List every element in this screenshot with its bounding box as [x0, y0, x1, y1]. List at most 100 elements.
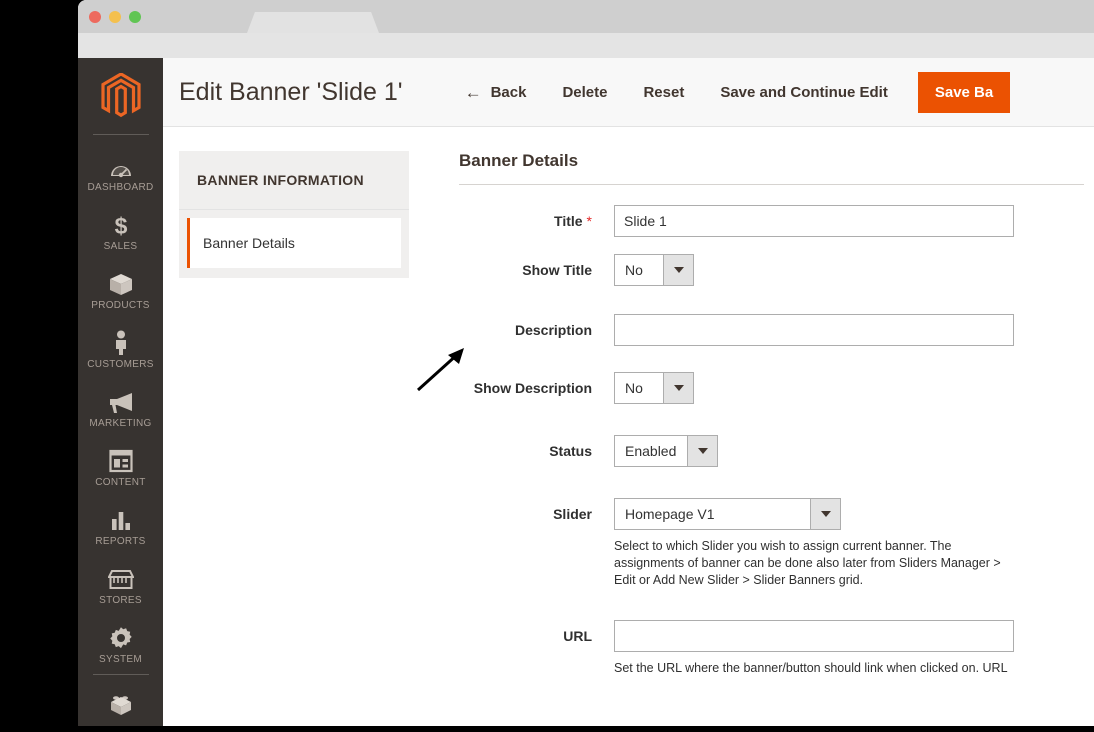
- page-viewport: DASHBOARD $ SALES: [78, 58, 1094, 726]
- save-banner-button-label: Save Ba: [935, 84, 993, 101]
- page-title: Edit Banner 'Slide 1': [179, 78, 403, 107]
- gear-icon: [109, 624, 133, 650]
- sidebar-item-extensions[interactable]: [78, 683, 163, 726]
- window-close-button[interactable]: [89, 11, 101, 23]
- window-minimize-button[interactable]: [109, 11, 121, 23]
- sidebar-item-label: SALES: [104, 241, 138, 252]
- sidebar-divider-bottom: [93, 674, 149, 675]
- slider-help-note: Select to which Slider you wish to assig…: [614, 538, 1014, 589]
- chevron-down-icon: [663, 373, 693, 403]
- sidebar-item-label: CONTENT: [95, 477, 145, 488]
- delete-button-label: Delete: [562, 84, 607, 101]
- save-and-continue-edit-button[interactable]: Save and Continue Edit: [702, 84, 906, 101]
- field-title-control: [614, 205, 1014, 237]
- field-slider: Slider Homepage V1 Select to which Slide…: [459, 498, 1084, 589]
- magento-logo-icon: [101, 73, 141, 119]
- show-title-select-value: No: [615, 255, 663, 285]
- status-select[interactable]: Enabled: [614, 435, 718, 467]
- url-input[interactable]: [614, 620, 1014, 652]
- page-actions-toolbar: ← Back Delete Reset Save and Continue Ed…: [447, 58, 1011, 126]
- delete-button[interactable]: Delete: [544, 84, 625, 101]
- slider-select[interactable]: Homepage V1: [614, 498, 841, 530]
- person-icon: [112, 329, 130, 355]
- admin-body: BANNER INFORMATION Banner Details Banner…: [163, 127, 1094, 694]
- screen-root: DASHBOARD $ SALES: [0, 0, 1094, 732]
- sidebar-item-products[interactable]: PRODUCTS: [78, 261, 163, 320]
- admin-content: Edit Banner 'Slide 1' ← Back Delete Rese…: [163, 58, 1094, 726]
- tabs-box: BANNER INFORMATION Banner Details: [179, 151, 409, 278]
- banner-information-panel: BANNER INFORMATION Banner Details: [179, 151, 409, 694]
- megaphone-icon: [108, 388, 134, 414]
- browser-window: DASHBOARD $ SALES: [78, 0, 1094, 726]
- svg-text:$: $: [114, 213, 127, 237]
- field-show-title-control: No: [614, 254, 694, 286]
- required-asterisk: *: [587, 213, 592, 229]
- sidebar-item-content[interactable]: CONTENT: [78, 438, 163, 497]
- field-status-label: Status: [459, 435, 592, 467]
- save-banner-button[interactable]: Save Ba: [918, 72, 1010, 113]
- browser-tab[interactable]: [247, 12, 379, 33]
- back-button[interactable]: ← Back: [447, 84, 545, 101]
- field-description-label: Description: [459, 314, 592, 346]
- lego-brick-extensions-icon: [107, 692, 135, 718]
- sidebar-item-label: MARKETING: [89, 418, 151, 429]
- field-title: Title*: [459, 205, 1084, 237]
- sidebar-item-label: STORES: [99, 595, 142, 606]
- sidebar-divider: [93, 134, 149, 135]
- field-status-control: Enabled: [614, 435, 718, 467]
- sidebar-item-label: PRODUCTS: [91, 300, 150, 311]
- dashboard-gauge-icon: [109, 152, 133, 178]
- field-status: Status Enabled: [459, 435, 1084, 467]
- layout-panel-icon: [109, 447, 133, 473]
- storefront-icon: [108, 565, 134, 591]
- banner-details-form: Banner Details Title* Show: [459, 151, 1094, 694]
- sidebar-item-label: DASHBOARD: [87, 182, 153, 193]
- admin-sidebar: DASHBOARD $ SALES: [78, 58, 163, 726]
- dollar-sign-icon: $: [110, 211, 132, 237]
- sidebar-item-label: SYSTEM: [99, 654, 142, 665]
- tab-banner-details[interactable]: Banner Details: [187, 218, 401, 268]
- arrow-left-icon: ←: [465, 84, 482, 101]
- chevron-down-icon: [663, 255, 693, 285]
- field-description-control: [614, 314, 1014, 346]
- browser-titlebar: [78, 0, 1094, 33]
- show-description-select-value: No: [615, 373, 663, 403]
- field-show-description-label: Show Description: [459, 372, 592, 404]
- field-url-control: Set the URL where the banner/button shou…: [614, 620, 1014, 677]
- window-zoom-button[interactable]: [129, 11, 141, 23]
- sidebar-item-dashboard[interactable]: DASHBOARD: [78, 143, 163, 202]
- page-header: Edit Banner 'Slide 1' ← Back Delete Rese…: [163, 58, 1094, 127]
- form-section-title: Banner Details: [459, 151, 1084, 185]
- field-title-label: Title*: [459, 205, 592, 237]
- field-url: URL Set the URL where the banner/button …: [459, 620, 1084, 677]
- field-slider-control: Homepage V1 Select to which Slider you w…: [614, 498, 1014, 589]
- sidebar-item-sales[interactable]: $ SALES: [78, 202, 163, 261]
- box-icon: [109, 270, 133, 296]
- save-and-continue-edit-label: Save and Continue Edit: [720, 84, 888, 101]
- browser-toolbar: [78, 33, 1094, 58]
- sidebar-item-label: CUSTOMERS: [87, 359, 153, 370]
- chevron-down-icon: [810, 499, 840, 529]
- url-help-note: Set the URL where the banner/button shou…: [614, 660, 1014, 677]
- field-show-description-control: No: [614, 372, 694, 404]
- bar-chart-icon: [109, 506, 133, 532]
- show-title-select[interactable]: No: [614, 254, 694, 286]
- title-input[interactable]: [614, 205, 1014, 237]
- sidebar-item-marketing[interactable]: MARKETING: [78, 379, 163, 438]
- sidebar-item-stores[interactable]: STORES: [78, 556, 163, 615]
- back-button-label: Back: [491, 84, 527, 101]
- sidebar-item-label: REPORTS: [95, 536, 145, 547]
- field-description: Description: [459, 314, 1084, 346]
- reset-button-label: Reset: [643, 84, 684, 101]
- reset-button[interactable]: Reset: [625, 84, 702, 101]
- field-title-label-text: Title: [554, 213, 583, 229]
- sidebar-item-system[interactable]: SYSTEM: [78, 615, 163, 674]
- description-input[interactable]: [614, 314, 1014, 346]
- tabs-panel-heading: BANNER INFORMATION: [179, 151, 409, 210]
- sidebar-item-customers[interactable]: CUSTOMERS: [78, 320, 163, 379]
- sidebar-item-reports[interactable]: REPORTS: [78, 497, 163, 556]
- magento-logo[interactable]: [78, 58, 163, 134]
- slider-select-value: Homepage V1: [615, 499, 810, 529]
- show-description-select[interactable]: No: [614, 372, 694, 404]
- field-show-title-label: Show Title: [459, 254, 592, 286]
